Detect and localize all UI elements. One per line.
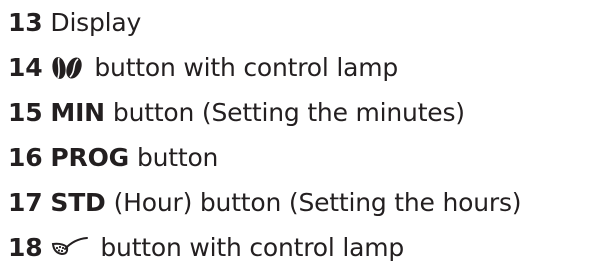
item-number: 13 [8,8,43,37]
legend-list: 13 Display 14 button with control lamp 1… [8,0,588,270]
list-item: 13 Display [8,0,588,45]
item-text: button with control lamp [100,233,405,262]
list-item: 15 MIN button (Setting the minutes) [8,90,588,135]
item-text: (Hour) button (Setting the hours) [113,188,522,217]
item-key: PROG [50,143,129,172]
grind-spoon-icon [50,235,90,261]
item-number: 16 [8,143,43,172]
list-item: 18 button with control lamp [8,225,588,270]
item-text: button with control lamp [94,53,399,82]
item-key: MIN [50,98,105,127]
coffee-beans-icon [50,55,84,81]
item-key: STD [50,188,106,217]
item-text: button [136,143,219,172]
item-text: Display [50,8,142,37]
item-text: button (Setting the minutes) [112,98,465,127]
item-number: 18 [8,233,43,262]
list-item: 14 button with control lamp [8,45,588,90]
item-number: 17 [8,188,43,217]
item-number: 14 [8,53,43,82]
list-item: 16 PROG button [8,135,588,180]
list-item: 17 STD (Hour) button (Setting the hours) [8,180,588,225]
item-number: 15 [8,98,43,127]
